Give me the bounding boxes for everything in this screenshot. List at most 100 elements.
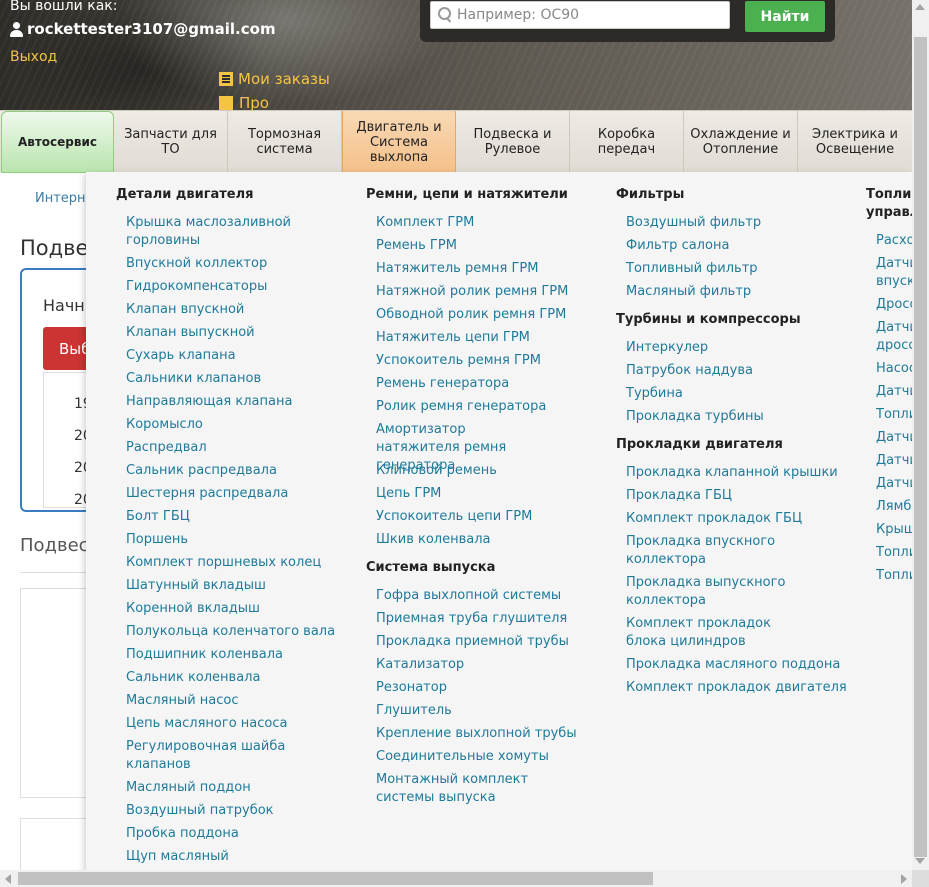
menu-link[interactable]: Шестерня распредвала — [126, 485, 346, 503]
menu-link[interactable]: Клапан выпускной — [126, 324, 346, 342]
menu-link[interactable]: Прокладка выпускного коллектора — [626, 574, 806, 610]
menu-link[interactable]: Гидрокомпенсаторы — [126, 278, 346, 296]
menu-link[interactable]: Регулировочная шайба клапанов — [126, 738, 301, 774]
menu-link[interactable]: Натяжной ролик ремня ГРМ — [376, 283, 606, 301]
menu-link[interactable]: Масляный поддон — [126, 779, 346, 797]
tab-autoservice[interactable]: Автосервис — [1, 111, 114, 173]
tab-electrics-lighting[interactable]: Электрика и Освещение — [798, 111, 912, 173]
menu-link[interactable]: Соединительные хомуты — [376, 748, 606, 766]
vertical-scroll-thumb[interactable] — [914, 37, 927, 857]
menu-link[interactable]: Прокладка впускного коллектора — [626, 533, 806, 569]
menu-link[interactable]: Пробка поддона — [126, 825, 346, 843]
menu-link[interactable]: Натяжитель цепи ГРМ — [376, 329, 606, 347]
scroll-left-icon[interactable] — [5, 874, 11, 884]
menu-link[interactable]: Воздушный фильтр — [626, 214, 856, 232]
search-box[interactable] — [430, 1, 730, 29]
menu-link[interactable]: Прокладка масляного поддона — [626, 656, 856, 674]
menu-link[interactable]: Болт ГБЦ — [126, 508, 346, 526]
menu-link[interactable]: Крыш — [876, 521, 912, 539]
tab-cooling-heating[interactable]: Охлаждение и Отопление — [684, 111, 798, 173]
search-button[interactable]: Найти — [745, 1, 825, 32]
scroll-up-icon[interactable] — [915, 4, 925, 10]
tab-engine-exhaust[interactable]: Двигатель и Система выхлопа — [342, 111, 456, 173]
menu-link[interactable]: Ролик ремня генератора — [376, 398, 606, 416]
scroll-right-icon[interactable] — [901, 874, 907, 884]
menu-link[interactable]: Датчи впуска — [876, 255, 912, 291]
menu-link[interactable]: Топли — [876, 406, 912, 424]
horizontal-scroll-thumb[interactable] — [18, 872, 653, 885]
menu-link[interactable]: Клапан впускной — [126, 301, 346, 319]
menu-link[interactable]: Клиновой ремень — [376, 462, 606, 480]
menu-link[interactable]: Масляный фильтр — [626, 283, 856, 301]
menu-link[interactable]: Сальник коленвала — [126, 669, 346, 687]
menu-link[interactable]: Подшипник коленвала — [126, 646, 346, 664]
menu-link[interactable]: Сальники клапанов — [126, 370, 346, 388]
menu-link[interactable]: Комплект прокладок ГБЦ — [626, 510, 856, 528]
menu-link[interactable]: Резонатор — [376, 679, 606, 697]
scroll-down-icon[interactable] — [915, 858, 925, 864]
my-orders-link[interactable]: Мои заказы — [219, 70, 330, 88]
menu-link[interactable]: Турбина — [626, 385, 856, 403]
menu-link[interactable]: Интеркулер — [626, 339, 856, 357]
menu-link[interactable]: Щуп масляный — [126, 848, 346, 866]
menu-link[interactable]: Коренной вкладыш — [126, 600, 346, 618]
tab-maintenance-parts[interactable]: Запчасти для ТО — [114, 111, 228, 173]
menu-link[interactable]: Гофра выхлопной системы — [376, 587, 606, 605]
menu-link[interactable]: Датчи — [876, 475, 912, 493]
menu-link[interactable]: Направляющая клапана — [126, 393, 346, 411]
menu-link[interactable]: Обводной ролик ремня ГРМ — [376, 306, 606, 324]
menu-link[interactable]: Топли — [876, 544, 912, 562]
menu-link[interactable]: Датчи дроссе — [876, 319, 912, 355]
menu-link[interactable]: Сухарь клапана — [126, 347, 346, 365]
menu-link[interactable]: Приемная труба глушителя — [376, 610, 606, 628]
menu-link[interactable]: Комплект поршневых колец — [126, 554, 346, 572]
tab-brake-system[interactable]: Тормозная система — [228, 111, 342, 173]
menu-link[interactable]: Поршень — [126, 531, 346, 549]
menu-link[interactable]: Успокоитель цепи ГРМ — [376, 508, 606, 526]
menu-link[interactable]: Шкив коленвала — [376, 531, 606, 549]
menu-link[interactable]: Натяжитель ремня ГРМ — [376, 260, 606, 278]
menu-link[interactable]: Датчи — [876, 383, 912, 401]
menu-link[interactable]: Распредвал — [126, 439, 346, 457]
menu-link[interactable]: Монтажный комплект системы выпуска — [376, 771, 581, 807]
menu-link[interactable]: Прокладка ГБЦ — [626, 487, 856, 505]
breadcrumb[interactable]: Интерне — [35, 191, 94, 206]
menu-link[interactable]: Фильтр салона — [626, 237, 856, 255]
menu-link[interactable]: Датчи — [876, 452, 912, 470]
menu-link[interactable]: Ремень генератора — [376, 375, 606, 393]
menu-link[interactable]: Шатунный вкладыш — [126, 577, 346, 595]
menu-link[interactable]: Прокладка турбины — [626, 408, 856, 426]
menu-link[interactable]: Катализатор — [376, 656, 606, 674]
menu-link[interactable]: Успокоитель ремня ГРМ — [376, 352, 606, 370]
menu-link[interactable]: Прокладка приемной трубы — [376, 633, 606, 651]
menu-link[interactable]: Крышка маслозаливной горловины — [126, 214, 316, 250]
logout-link[interactable]: Выход — [10, 49, 57, 65]
menu-link[interactable]: Глушитель — [376, 702, 606, 720]
menu-link[interactable]: Сальник распредвала — [126, 462, 346, 480]
menu-link[interactable]: Патрубок наддува — [626, 362, 856, 380]
menu-link[interactable]: Ремень ГРМ — [376, 237, 606, 255]
menu-link[interactable]: Цепь масляного насоса — [126, 715, 346, 733]
tab-suspension-steering[interactable]: Подвеска и Рулевое — [456, 111, 570, 173]
menu-link[interactable]: Комплект прокладок двигателя — [626, 679, 856, 697]
menu-link[interactable]: Комплект прокладок блока цилиндров — [626, 615, 806, 651]
menu-link[interactable]: Расход — [876, 232, 912, 250]
menu-link[interactable]: Масляный насос — [126, 692, 346, 710]
profile-icon[interactable] — [219, 96, 233, 110]
tab-transmission[interactable]: Коробка передач — [570, 111, 684, 173]
menu-link[interactable]: Насос — [876, 360, 912, 378]
menu-link[interactable]: Топли — [876, 567, 912, 585]
menu-link[interactable]: Впускной коллектор — [126, 255, 346, 273]
menu-link[interactable]: Прокладка клапанной крышки — [626, 464, 856, 482]
menu-link[interactable]: Воздушный патрубок — [126, 802, 346, 820]
menu-link[interactable]: Коромысло — [126, 416, 346, 434]
menu-link[interactable]: Крепление выхлопной трубы — [376, 725, 606, 743]
menu-link[interactable]: Цепь ГРМ — [376, 485, 606, 503]
menu-link[interactable]: Топливный фильтр — [626, 260, 856, 278]
menu-link[interactable]: Лямбд — [876, 498, 912, 516]
menu-link[interactable]: Датчи — [876, 429, 912, 447]
menu-link[interactable]: Комплект ГРМ — [376, 214, 606, 232]
menu-link[interactable]: Полукольца коленчатого вала — [126, 623, 346, 641]
search-input[interactable] — [457, 7, 717, 23]
menu-link[interactable]: Дросс — [876, 296, 912, 314]
